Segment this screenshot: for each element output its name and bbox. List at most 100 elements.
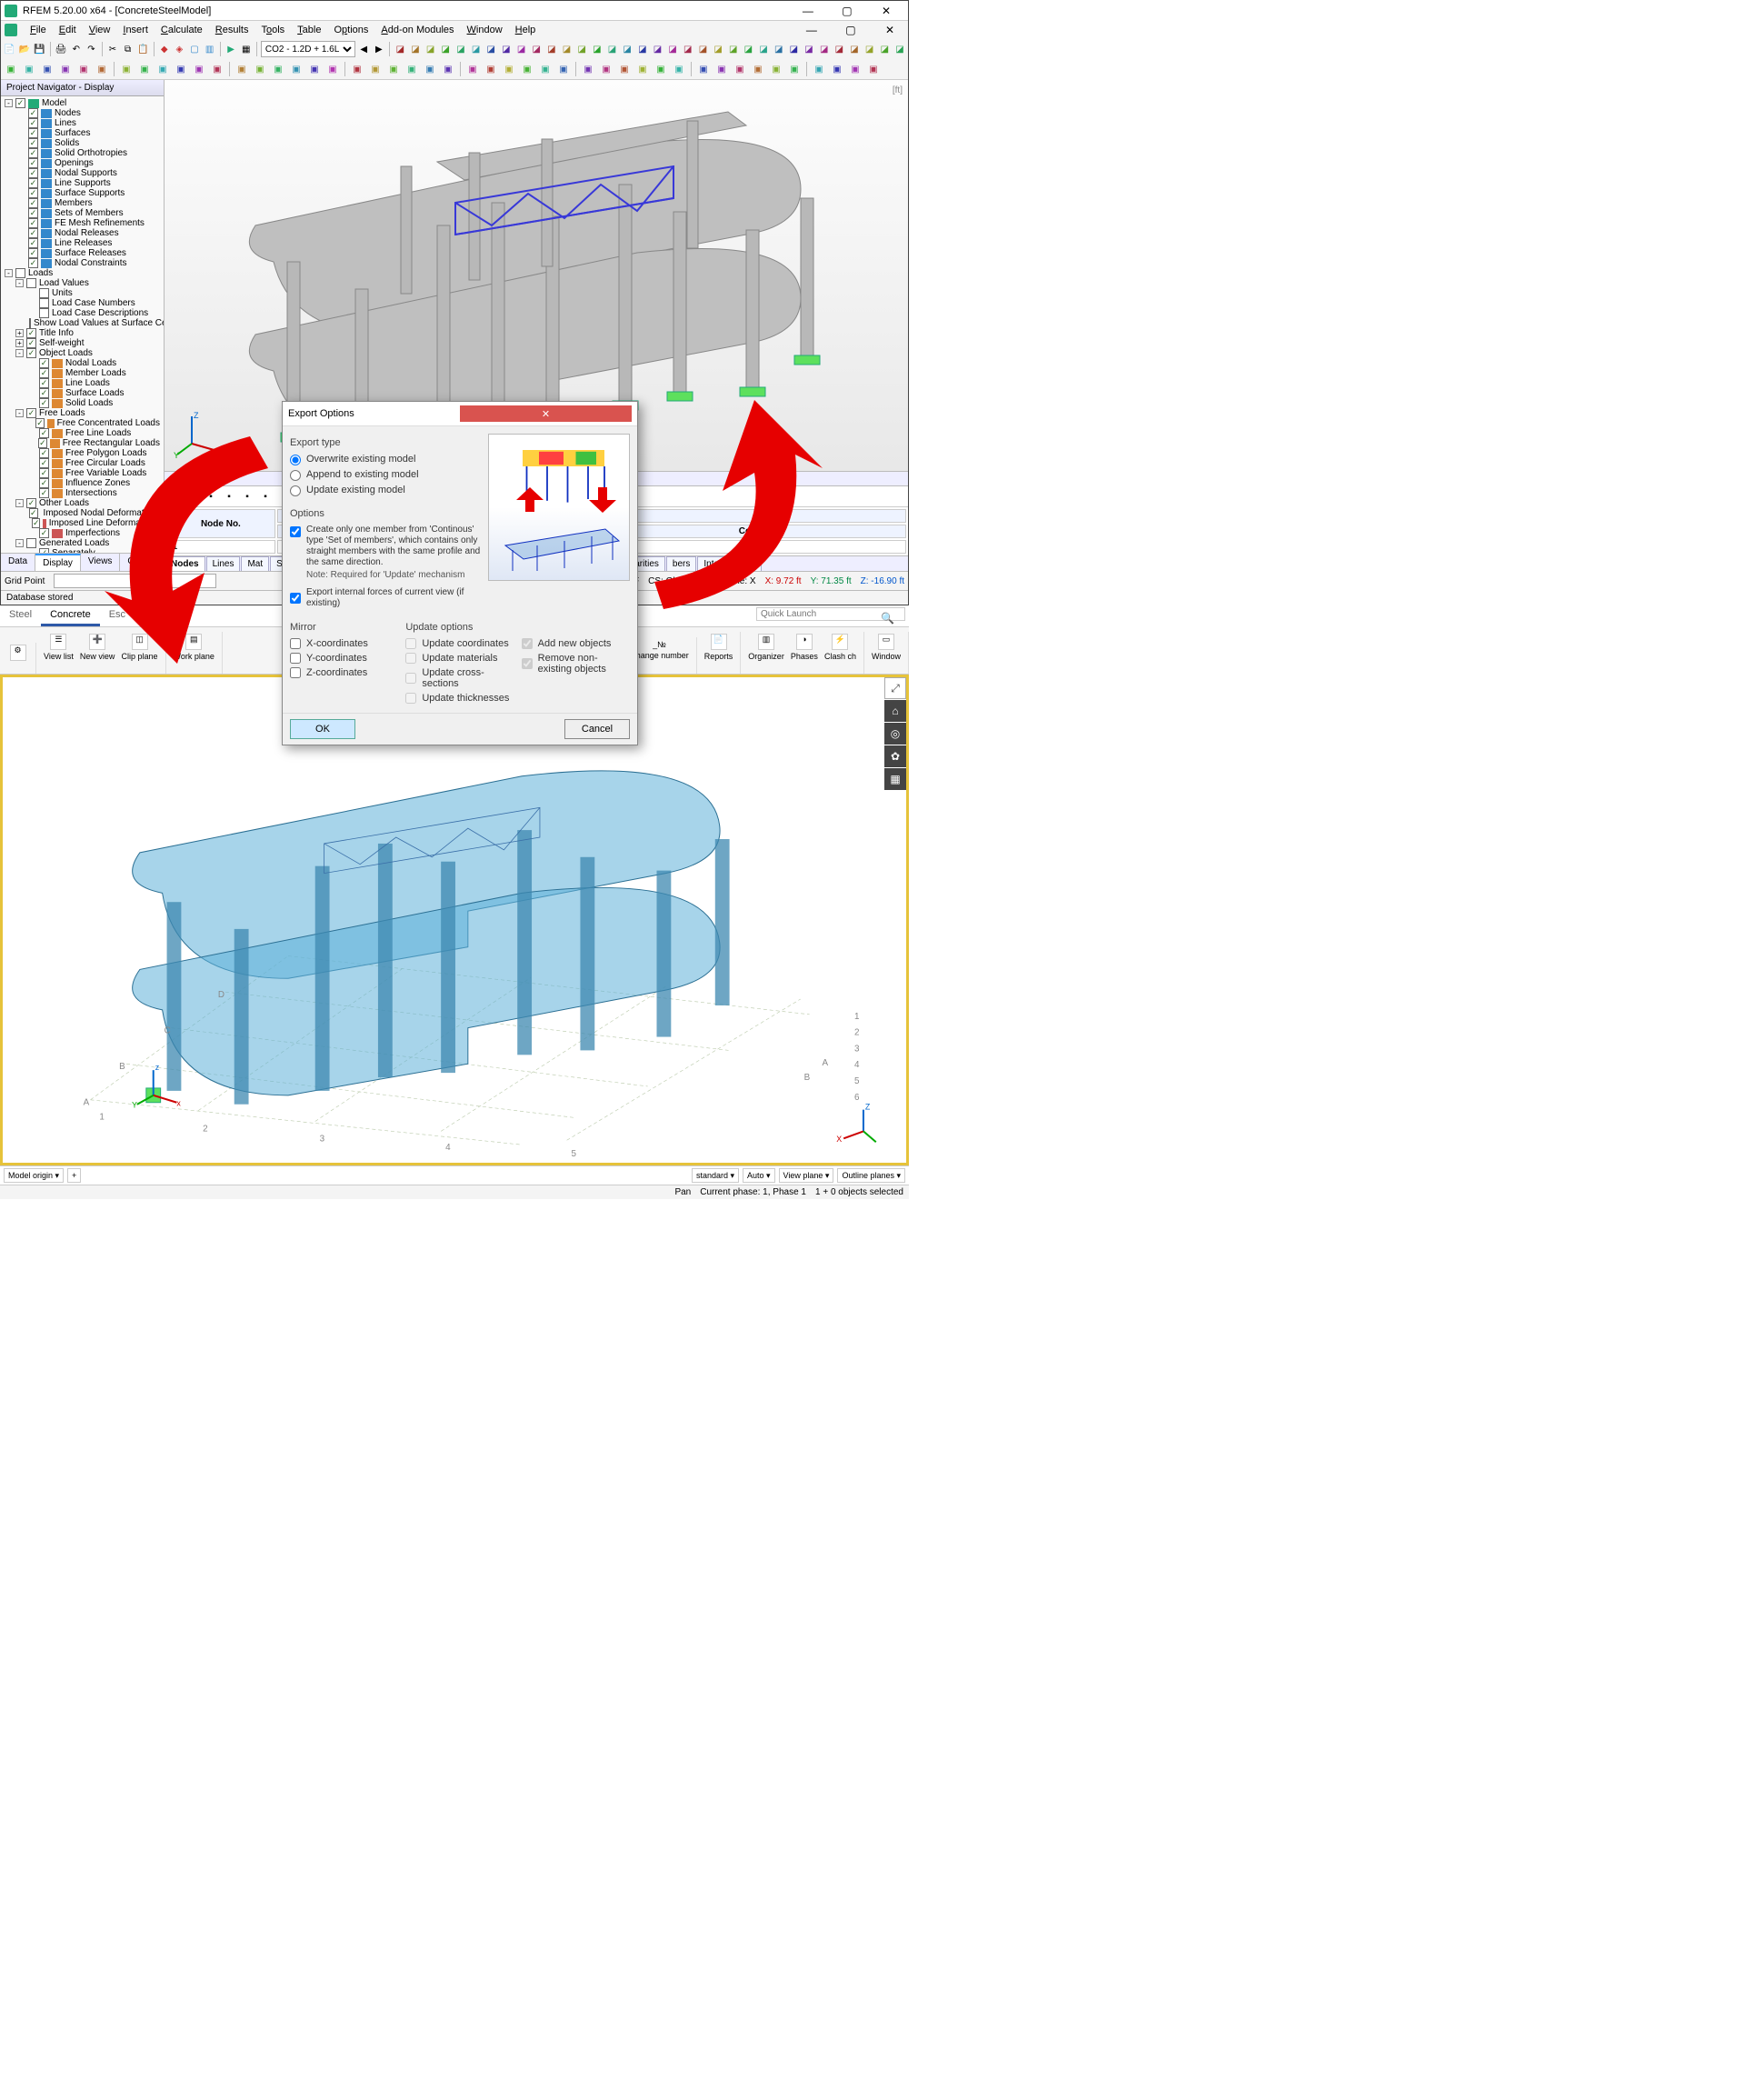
tree-item[interactable]: ✓ Nodes bbox=[12, 108, 164, 118]
tb-row2-31[interactable]: ▣ bbox=[598, 61, 614, 77]
check-single-member[interactable]: Create only one member from 'Continous' … bbox=[290, 523, 481, 570]
checkbox[interactable]: ✓ bbox=[28, 228, 38, 238]
tb-row2-33[interactable]: ▣ bbox=[634, 61, 651, 77]
tb-misc-33[interactable]: ◪ bbox=[893, 41, 907, 57]
tb-cut[interactable]: ✂ bbox=[106, 41, 120, 57]
checkbox[interactable]: ✓ bbox=[38, 438, 47, 448]
tb-calc[interactable]: ▶ bbox=[224, 41, 238, 57]
expand-icon[interactable]: - bbox=[15, 539, 24, 547]
expand-icon[interactable]: + bbox=[15, 329, 24, 337]
tb-row2-12[interactable]: ▣ bbox=[234, 61, 250, 77]
nav-tab-data[interactable]: Data bbox=[1, 554, 35, 571]
tb-row2-34[interactable]: ▣ bbox=[653, 61, 669, 77]
tree-item[interactable]: ✓ Line Loads bbox=[23, 378, 164, 388]
tree-item[interactable]: - ✓ Model bbox=[1, 98, 164, 108]
tree-item[interactable]: ✓ Members bbox=[12, 198, 164, 208]
tree-item[interactable]: ✓ Nodal Constraints bbox=[12, 258, 164, 268]
checkbox[interactable]: ✓ bbox=[28, 238, 38, 248]
tb-row2-24[interactable]: ▣ bbox=[464, 61, 481, 77]
tree-item[interactable]: Show Load Values at Surface Center bbox=[23, 318, 164, 328]
checkbox[interactable]: ✓ bbox=[39, 428, 49, 438]
mirror-z[interactable]: Z-coordinates bbox=[290, 665, 398, 680]
tb-misc-12[interactable]: ◪ bbox=[575, 41, 589, 57]
tb-row2-36[interactable]: ▣ bbox=[695, 61, 712, 77]
tree-item[interactable]: ✓ Openings bbox=[12, 158, 164, 168]
tree-item[interactable]: Load Case Descriptions bbox=[23, 308, 164, 318]
tb-print[interactable]: 🖨 bbox=[55, 41, 68, 57]
rb-reports[interactable]: 📄Reports bbox=[703, 634, 735, 661]
menu-help[interactable]: Help bbox=[510, 23, 542, 37]
checkbox[interactable] bbox=[39, 308, 49, 318]
menu-results[interactable]: Results bbox=[210, 23, 254, 37]
tb-row2-5[interactable]: ▣ bbox=[94, 61, 110, 77]
tree-item[interactable]: ✓ Surface Supports bbox=[12, 188, 164, 198]
tb-row2-35[interactable]: ▣ bbox=[671, 61, 687, 77]
tb-misc-29[interactable]: ◪ bbox=[833, 41, 846, 57]
expand-icon[interactable]: - bbox=[15, 279, 24, 287]
tb-row2-25[interactable]: ▣ bbox=[483, 61, 499, 77]
checkbox[interactable] bbox=[29, 318, 31, 328]
tb-row2-19[interactable]: ▣ bbox=[367, 61, 384, 77]
checkbox[interactable]: ✓ bbox=[28, 188, 38, 198]
tree-item[interactable]: ✓ Surface Loads bbox=[23, 388, 164, 398]
checkbox[interactable]: ✓ bbox=[39, 368, 49, 378]
tree-item[interactable]: ✓ Solids bbox=[12, 138, 164, 148]
tb-misc-1[interactable]: ◪ bbox=[409, 41, 423, 57]
tb-new[interactable]: 📄 bbox=[3, 41, 16, 57]
menu-edit[interactable]: Edit bbox=[54, 23, 82, 37]
tree-item[interactable]: ✓ Line Supports bbox=[12, 178, 164, 188]
tb-row2-11[interactable]: ▣ bbox=[209, 61, 225, 77]
tb-row2-44[interactable]: ▣ bbox=[847, 61, 863, 77]
tb-misc-3[interactable]: ◪ bbox=[439, 41, 453, 57]
tb-row2-13[interactable]: ▣ bbox=[252, 61, 268, 77]
tb-x1[interactable]: ◆ bbox=[157, 41, 171, 57]
checkbox[interactable] bbox=[15, 268, 25, 278]
tb-prev[interactable]: ◀ bbox=[357, 41, 371, 57]
tb-row2-38[interactable]: ▣ bbox=[732, 61, 748, 77]
tree-item[interactable]: ✓ Nodal Releases bbox=[12, 228, 164, 238]
checkbox[interactable] bbox=[26, 538, 36, 548]
checkbox[interactable]: ✓ bbox=[32, 518, 41, 528]
checkbox[interactable] bbox=[26, 278, 36, 288]
checkbox[interactable]: ✓ bbox=[26, 328, 36, 338]
menu-tools[interactable]: Tools bbox=[255, 23, 290, 37]
menu-insert[interactable]: Insert bbox=[117, 23, 154, 37]
minimize-button[interactable]: — bbox=[790, 2, 826, 20]
model-origin[interactable]: Model origin ▾ bbox=[4, 1168, 64, 1183]
tb-row2-14[interactable]: ▣ bbox=[270, 61, 286, 77]
tree-item[interactable]: ✓ Nodal Loads bbox=[23, 358, 164, 368]
checkbox[interactable]: ✓ bbox=[28, 158, 38, 168]
nav-tab-display[interactable]: Display bbox=[35, 554, 81, 571]
checkbox[interactable]: ✓ bbox=[28, 168, 38, 178]
dialog-close[interactable]: ✕ bbox=[460, 405, 632, 422]
tb-misc-20[interactable]: ◪ bbox=[696, 41, 710, 57]
vc-auto[interactable]: Auto ▾ bbox=[743, 1168, 775, 1183]
menu-file[interactable]: File bbox=[25, 23, 52, 37]
tb-misc-8[interactable]: ◪ bbox=[514, 41, 528, 57]
tb-misc-10[interactable]: ◪ bbox=[545, 41, 559, 57]
menu-window[interactable]: Window bbox=[462, 23, 508, 37]
tb-row2-37[interactable]: ▣ bbox=[713, 61, 730, 77]
tree-item[interactable]: + ✓ Self-weight bbox=[12, 338, 164, 348]
tb-row2-27[interactable]: ▣ bbox=[519, 61, 535, 77]
tb-row2-8[interactable]: ▣ bbox=[155, 61, 171, 77]
rb-window[interactable]: ▭Window bbox=[870, 634, 903, 661]
rb-clash[interactable]: ⚡Clash ch bbox=[823, 634, 858, 661]
tb-row2-2[interactable]: ▣ bbox=[39, 61, 55, 77]
viewport-revit[interactable]: A1 BCD 2345 123 456 AB z x Y Z X ⤢ bbox=[0, 675, 909, 1165]
tree-item[interactable]: - ✓ Free Loads bbox=[12, 408, 164, 418]
checkbox[interactable]: ✓ bbox=[28, 178, 38, 188]
tb-row2-15[interactable]: ▣ bbox=[288, 61, 304, 77]
checkbox[interactable]: ✓ bbox=[28, 118, 38, 128]
tb-misc-4[interactable]: ◪ bbox=[454, 41, 468, 57]
tb-misc-30[interactable]: ◪ bbox=[848, 41, 862, 57]
checkbox[interactable]: ✓ bbox=[28, 218, 38, 228]
tb-misc-19[interactable]: ◪ bbox=[681, 41, 694, 57]
tree-item[interactable]: ✓ Surface Releases bbox=[12, 248, 164, 258]
menu-table[interactable]: Table bbox=[292, 23, 326, 37]
tb-x4[interactable]: ▥ bbox=[203, 41, 216, 57]
tb-misc-28[interactable]: ◪ bbox=[817, 41, 831, 57]
tb-misc-31[interactable]: ◪ bbox=[863, 41, 876, 57]
expand-icon[interactable]: - bbox=[15, 499, 24, 507]
tb-row2-1[interactable]: ▣ bbox=[21, 61, 37, 77]
